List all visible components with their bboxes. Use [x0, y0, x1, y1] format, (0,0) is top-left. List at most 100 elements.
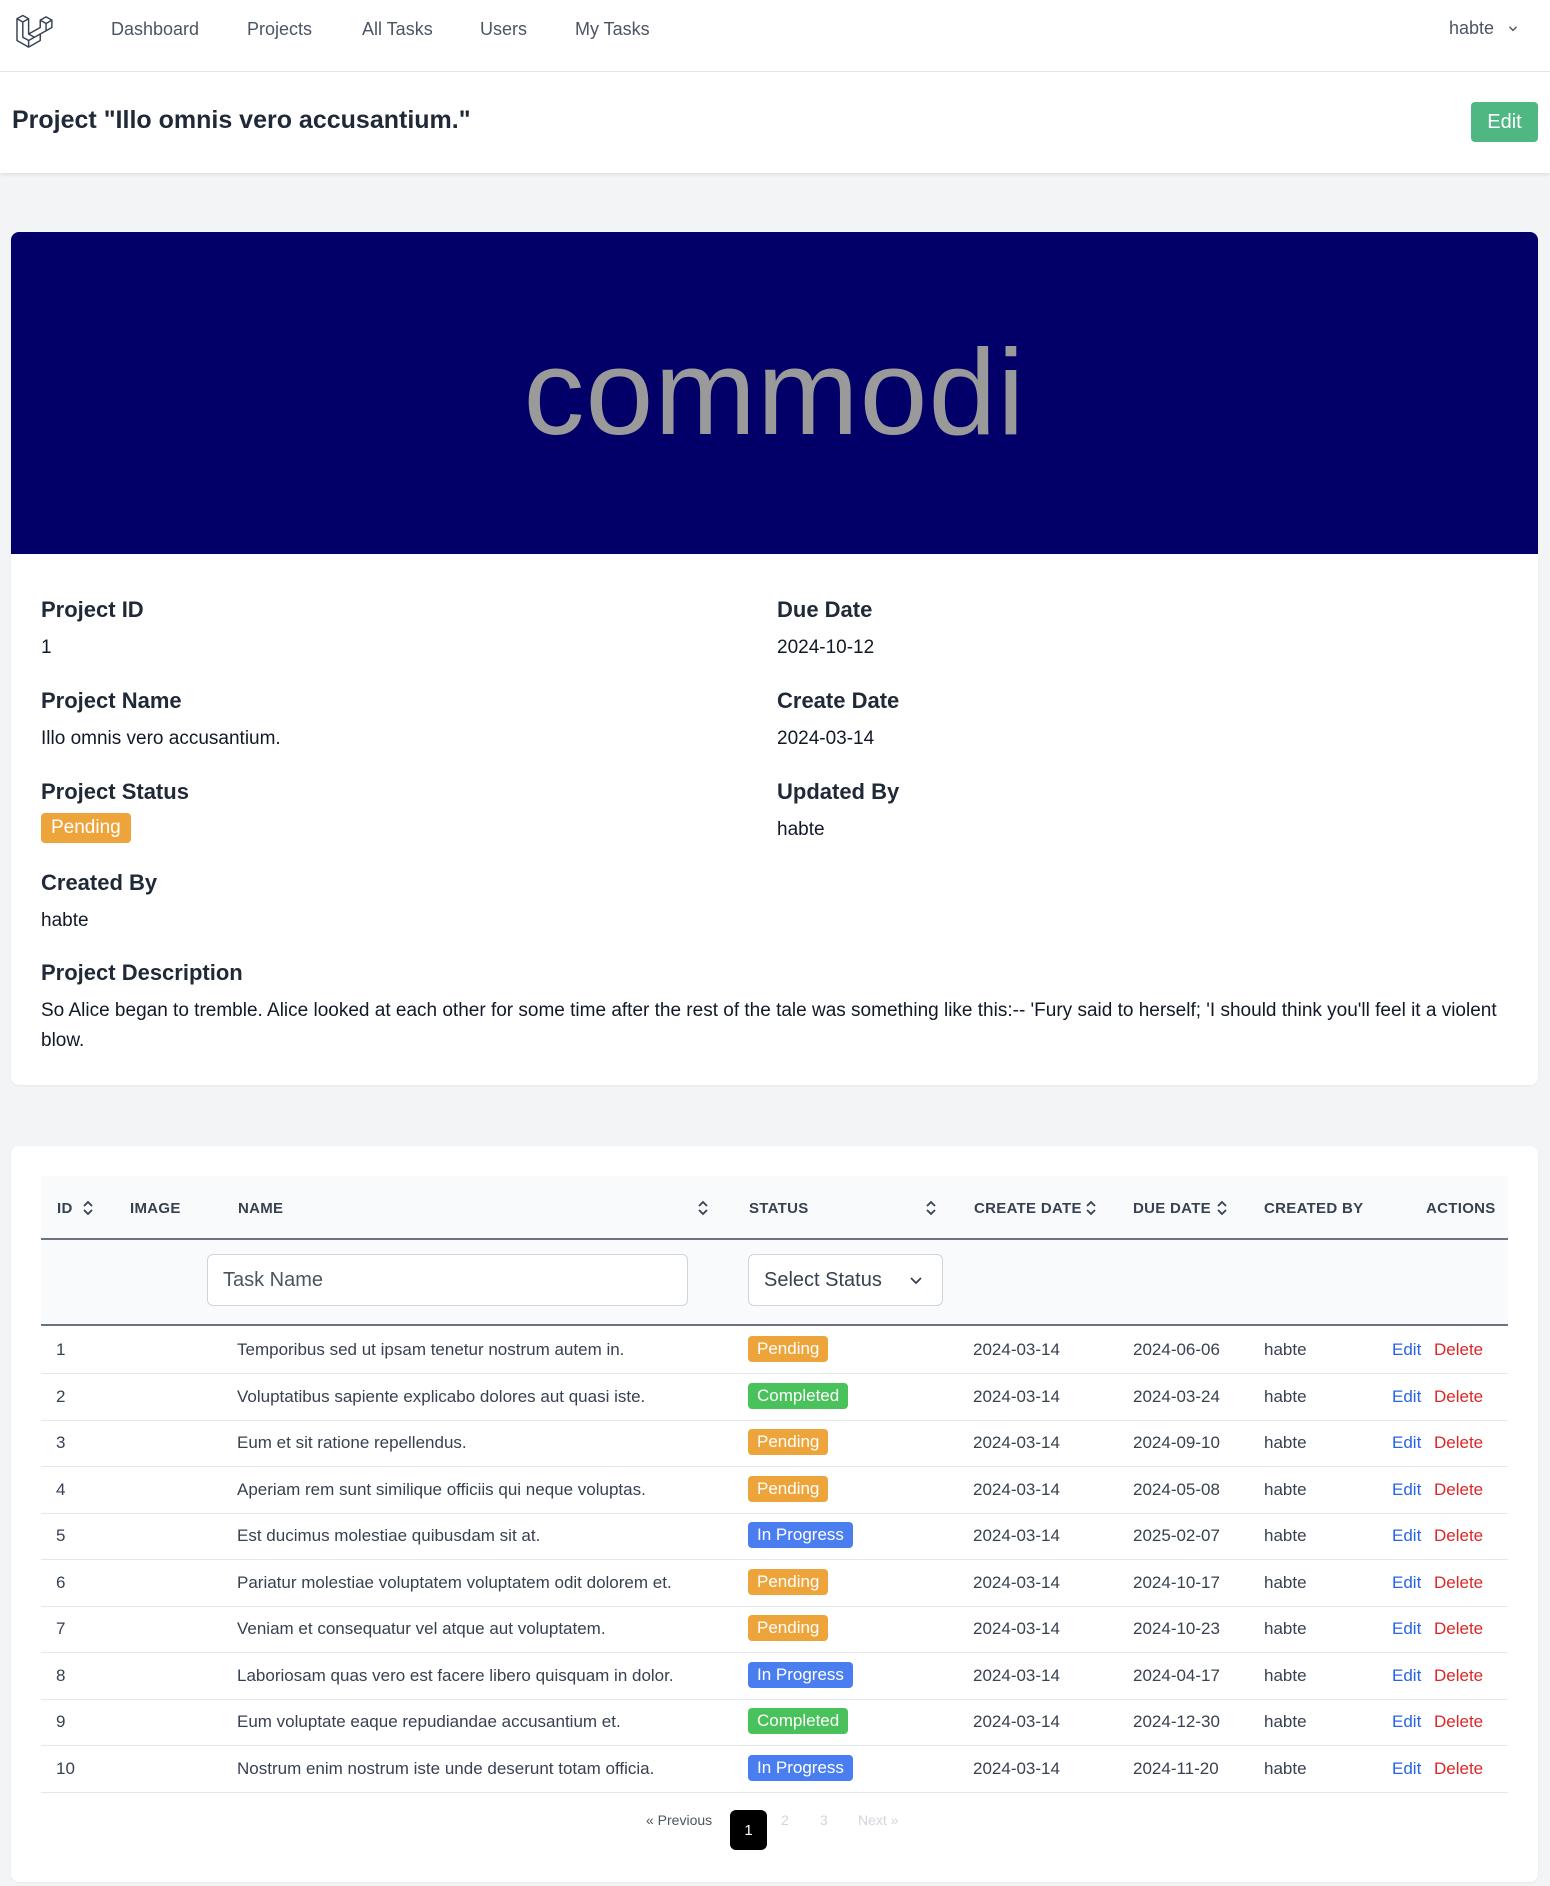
project-id-label: Project ID: [41, 597, 144, 622]
page-header: Project "Illo omnis vero accusantium.": [0, 72, 1550, 173]
task-created-by: habte: [1264, 1526, 1307, 1545]
task-id: 8: [56, 1665, 66, 1685]
edit-task-link[interactable]: Edit: [1392, 1340, 1421, 1360]
task-status-badge: Pending: [748, 1429, 829, 1455]
sort-icon[interactable]: [924, 1198, 938, 1218]
delete-task-link[interactable]: Delete: [1434, 1526, 1483, 1546]
pagination-next[interactable]: Next »: [858, 1812, 898, 1828]
th-create-date[interactable]: CREATE DATE: [974, 1200, 1082, 1217]
updated-by-label: Updated By: [777, 779, 900, 804]
project-status-badge: Pending: [41, 813, 131, 843]
delete-task-link[interactable]: Delete: [1434, 1666, 1483, 1686]
project-status-label: Project Status: [41, 779, 189, 804]
pagination-page-2[interactable]: 2: [781, 1812, 789, 1828]
task-create-date: 2024-03-14: [973, 1572, 1060, 1592]
edit-task-link[interactable]: Edit: [1392, 1387, 1421, 1407]
tasks-table-card: ID IMAGE NAME STATUS CREATE DATE DUE DAT…: [11, 1146, 1538, 1882]
task-name: Est ducimus molestiae quibusdam sit at.: [237, 1526, 541, 1545]
task-created-by: habte: [1264, 1479, 1307, 1499]
task-name: Laboriosam quas vero est facere libero q…: [237, 1665, 674, 1685]
delete-task-link[interactable]: Delete: [1434, 1619, 1483, 1639]
task-create-date: 2024-03-14: [973, 1526, 1060, 1545]
delete-task-link[interactable]: Delete: [1434, 1387, 1483, 1407]
edit-task-link[interactable]: Edit: [1392, 1480, 1421, 1500]
delete-task-link[interactable]: Delete: [1434, 1340, 1483, 1360]
th-name[interactable]: NAME: [238, 1200, 283, 1217]
delete-task-link[interactable]: Delete: [1434, 1480, 1483, 1500]
pagination-page-1[interactable]: 1: [730, 1810, 767, 1850]
project-details-card: commodi Project ID 1 Project Name Illo o…: [11, 232, 1538, 1085]
th-status[interactable]: STATUS: [749, 1200, 809, 1217]
task-name-filter-input[interactable]: [207, 1254, 688, 1306]
th-due-date[interactable]: DUE DATE: [1133, 1200, 1211, 1217]
nav-dashboard[interactable]: Dashboard: [111, 19, 199, 40]
th-created-by: CREATED BY: [1264, 1200, 1364, 1217]
table-row: 9 Eum voluptate eaque repudiandae accusan…: [41, 1700, 1508, 1746]
task-create-date: 2024-03-14: [973, 1758, 1060, 1778]
task-due-date: 2024-10-17: [1133, 1572, 1220, 1592]
edit-task-link[interactable]: Edit: [1392, 1712, 1421, 1732]
nav-projects[interactable]: Projects: [247, 19, 312, 40]
task-created-by: habte: [1264, 1433, 1307, 1452]
table-row: 6 Pariatur molestiae voluptatem voluptate…: [41, 1561, 1508, 1607]
table-row: 4 Aperiam rem sunt similique officiis qui…: [41, 1468, 1508, 1514]
laravel-logo-icon[interactable]: [14, 10, 56, 52]
task-due-date: 2024-04-17: [1133, 1665, 1220, 1685]
task-name: Voluptatibus sapiente explicabo dolores …: [237, 1386, 646, 1406]
sort-icon[interactable]: [696, 1198, 710, 1218]
edit-project-button[interactable]: Edit: [1471, 102, 1538, 142]
task-name: Veniam et consequatur vel atque aut volu…: [237, 1619, 606, 1638]
delete-task-link[interactable]: Delete: [1434, 1759, 1483, 1779]
project-name-value: Illo omnis vero accusantium.: [41, 728, 281, 749]
user-menu-dropdown[interactable]: habte: [1449, 18, 1520, 39]
sort-icon[interactable]: [1215, 1198, 1229, 1218]
created-by-value: habte: [41, 910, 89, 931]
task-id: 4: [56, 1479, 66, 1499]
sort-icon[interactable]: [81, 1198, 95, 1218]
task-due-date: 2024-03-24: [1133, 1386, 1220, 1406]
task-created-by: habte: [1264, 1340, 1307, 1359]
sort-icon[interactable]: [1084, 1198, 1098, 1218]
task-id: 3: [56, 1433, 66, 1452]
edit-task-link[interactable]: Edit: [1392, 1759, 1421, 1779]
nav-my-tasks[interactable]: My Tasks: [575, 19, 650, 40]
chevron-down-icon: [1509, 25, 1517, 31]
task-status-badge: In Progress: [748, 1661, 853, 1688]
edit-task-link[interactable]: Edit: [1392, 1666, 1421, 1686]
nav-all-tasks[interactable]: All Tasks: [362, 19, 433, 40]
task-status-badge: In Progress: [748, 1522, 853, 1548]
task-created-by: habte: [1264, 1712, 1307, 1731]
delete-task-link[interactable]: Delete: [1434, 1433, 1483, 1453]
updated-by-value: habte: [777, 819, 825, 840]
table-row: 3 Eum et sit ratione repellendus. Pending 2…: [41, 1421, 1508, 1467]
task-create-date: 2024-03-14: [973, 1665, 1060, 1685]
edit-task-link[interactable]: Edit: [1392, 1619, 1421, 1639]
edit-task-link[interactable]: Edit: [1392, 1433, 1421, 1453]
task-due-date: 2024-05-08: [1133, 1479, 1220, 1499]
task-id: 9: [56, 1712, 66, 1731]
table-row: 7 Veniam et consequatur vel atque aut vol…: [41, 1607, 1508, 1653]
status-filter-select[interactable]: Select Status: [748, 1254, 943, 1306]
user-name: habte: [1448, 18, 1494, 38]
task-status-badge: Pending: [748, 1568, 829, 1595]
task-status-badge: Pending: [748, 1336, 829, 1362]
nav-users[interactable]: Users: [480, 19, 527, 40]
task-create-date: 2024-03-14: [973, 1712, 1060, 1731]
th-id[interactable]: ID: [57, 1200, 73, 1217]
chevron-down-icon: [910, 1277, 922, 1285]
table-row: 2 Voluptatibus sapiente explicabo dolores…: [41, 1375, 1508, 1421]
edit-task-link[interactable]: Edit: [1392, 1573, 1421, 1593]
task-id: 10: [56, 1758, 75, 1778]
create-date-value: 2024-03-14: [777, 728, 875, 749]
delete-task-link[interactable]: Delete: [1434, 1712, 1483, 1732]
task-created-by: habte: [1264, 1758, 1307, 1778]
project-id-value: 1: [41, 637, 52, 658]
pagination-page-3[interactable]: 3: [820, 1812, 828, 1828]
task-due-date: 2024-10-23: [1133, 1619, 1220, 1638]
edit-task-link[interactable]: Edit: [1392, 1526, 1421, 1546]
task-created-by: habte: [1264, 1619, 1307, 1638]
th-actions: ACTIONS: [1426, 1200, 1496, 1217]
pagination-previous[interactable]: « Previous: [646, 1812, 712, 1828]
delete-task-link[interactable]: Delete: [1434, 1573, 1483, 1593]
task-id: 2: [56, 1386, 66, 1406]
